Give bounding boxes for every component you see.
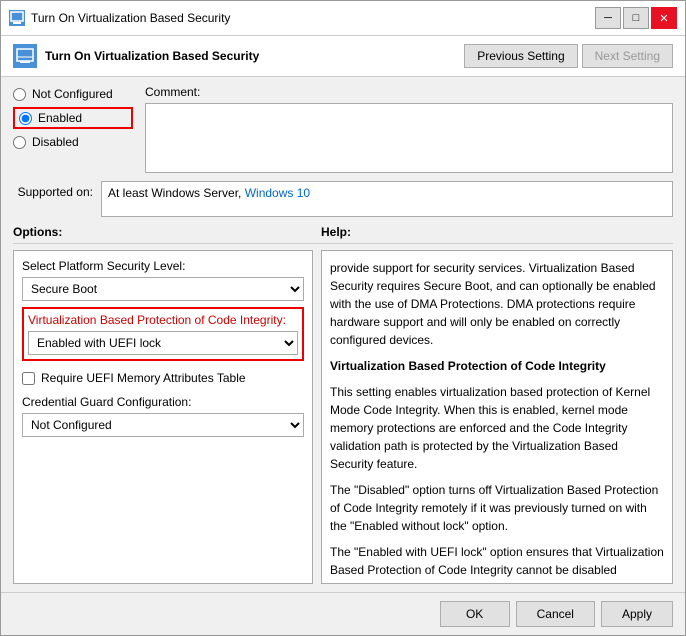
uefi-memory-label[interactable]: Require UEFI Memory Attributes Table [41, 371, 246, 385]
help-header-container: Help: [321, 225, 673, 239]
comment-textarea[interactable] [145, 103, 673, 173]
minimize-button[interactable]: ─ [595, 7, 621, 29]
apply-button[interactable]: Apply [601, 601, 673, 627]
help-para-5: The "Enabled with UEFI lock" option ensu… [330, 543, 664, 584]
close-button[interactable]: ✕ [651, 7, 677, 29]
platform-section: Select Platform Security Level: Secure B… [22, 259, 304, 301]
not-configured-radio[interactable] [13, 88, 26, 101]
maximize-button[interactable]: □ [623, 7, 649, 29]
supported-box: At least Windows Server, Windows 10 [101, 181, 673, 217]
not-configured-row: Not Configured [13, 85, 133, 103]
cred-guard-section: Credential Guard Configuration: Not Conf… [22, 395, 304, 437]
options-help-section: Select Platform Security Level: Secure B… [13, 243, 673, 584]
header-icon [13, 44, 37, 68]
help-column: provide support for security services. V… [321, 250, 673, 584]
options-header: Options: [13, 225, 62, 239]
options-header-container: Options: [13, 225, 313, 239]
top-section: Not Configured Enabled Disabled Comment: [13, 85, 673, 173]
previous-setting-button[interactable]: Previous Setting [464, 44, 577, 68]
title-bar: Turn On Virtualization Based Security ─ … [1, 1, 685, 36]
supported-text-prefix: At least Windows Server, [108, 186, 245, 200]
bottom-buttons: OK Cancel Apply [1, 592, 685, 635]
cred-guard-label: Credential Guard Configuration: [22, 395, 304, 409]
window-title: Turn On Virtualization Based Security [31, 11, 230, 25]
supported-label: Supported on: [13, 181, 93, 199]
options-column: Select Platform Security Level: Secure B… [13, 250, 313, 584]
header-title-text: Turn On Virtualization Based Security [45, 49, 259, 63]
section-headers: Options: Help: [13, 225, 673, 239]
cancel-button[interactable]: Cancel [516, 601, 595, 627]
title-bar-left: Turn On Virtualization Based Security [9, 10, 230, 26]
radio-column: Not Configured Enabled Disabled [13, 85, 133, 173]
comment-label: Comment: [145, 85, 673, 99]
vbs-section: Virtualization Based Protection of Code … [22, 307, 304, 361]
comment-column: Comment: [145, 85, 673, 173]
supported-row: Supported on: At least Windows Server, W… [13, 181, 673, 217]
cred-guard-select[interactable]: Not Configured Enabled with UEFI lock En… [22, 413, 304, 437]
content-area: Not Configured Enabled Disabled Comment:… [1, 77, 685, 592]
header-title: Turn On Virtualization Based Security [13, 44, 259, 68]
supported-link[interactable]: Windows 10 [245, 186, 310, 200]
window-icon [9, 10, 25, 26]
platform-select[interactable]: Secure Boot Secure Boot and DMA Protecti… [22, 277, 304, 301]
header-bar: Turn On Virtualization Based Security Pr… [1, 36, 685, 77]
enabled-row: Enabled [13, 107, 133, 129]
vbs-label: Virtualization Based Protection of Code … [28, 313, 298, 327]
enabled-radio[interactable] [19, 112, 32, 125]
main-window: Turn On Virtualization Based Security ─ … [0, 0, 686, 636]
header-nav: Previous Setting Next Setting [464, 44, 673, 68]
help-para-3: This setting enables virtualization base… [330, 383, 664, 473]
disabled-row: Disabled [13, 133, 133, 151]
platform-label: Select Platform Security Level: [22, 259, 304, 273]
vbs-select[interactable]: Disabled Enabled without lock Enabled wi… [28, 331, 298, 355]
help-para-1: provide support for security services. V… [330, 259, 664, 349]
ok-button[interactable]: OK [440, 601, 510, 627]
help-para-2: Virtualization Based Protection of Code … [330, 357, 664, 375]
next-setting-button[interactable]: Next Setting [582, 44, 673, 68]
title-buttons: ─ □ ✕ [595, 7, 677, 29]
help-para-4: The "Disabled" option turns off Virtuali… [330, 481, 664, 535]
uefi-checkbox-row: Require UEFI Memory Attributes Table [22, 371, 304, 385]
uefi-memory-checkbox[interactable] [22, 372, 35, 385]
not-configured-label[interactable]: Not Configured [32, 87, 113, 101]
help-header: Help: [321, 225, 351, 239]
disabled-radio[interactable] [13, 136, 26, 149]
enabled-label[interactable]: Enabled [38, 111, 82, 125]
disabled-label[interactable]: Disabled [32, 135, 79, 149]
